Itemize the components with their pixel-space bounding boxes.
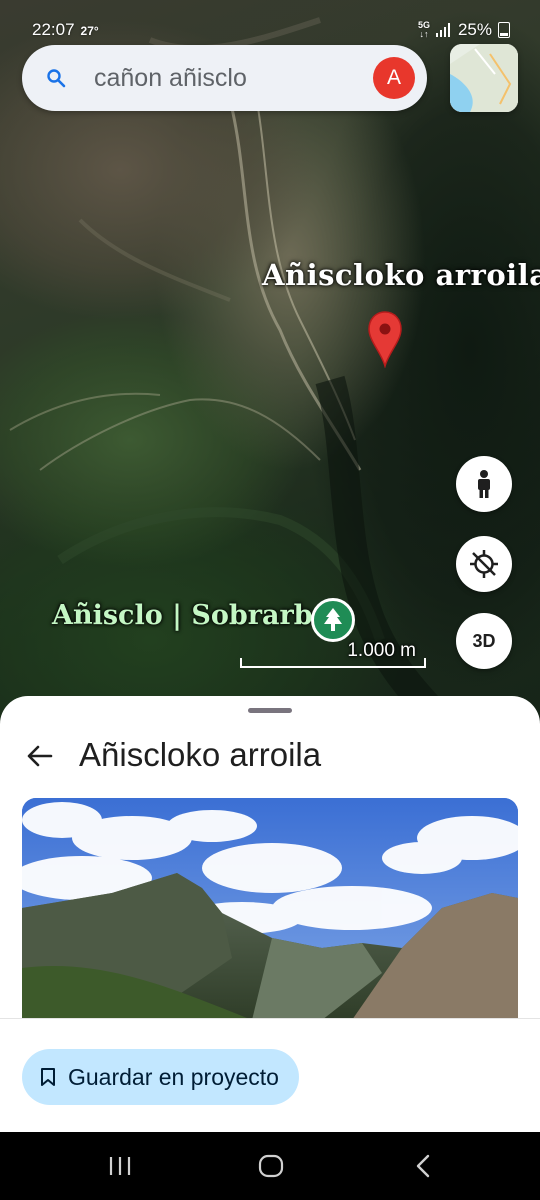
back-icon	[416, 1154, 430, 1178]
sheet-drag-handle[interactable]	[248, 708, 292, 713]
network-indicator: 5G ↓↑	[418, 21, 430, 39]
bookmark-icon	[41, 1068, 55, 1086]
save-to-project-button[interactable]: Guardar en proyecto	[22, 1049, 299, 1105]
recent-apps-icon	[109, 1157, 131, 1175]
search-icon	[44, 66, 68, 90]
three-d-button[interactable]: 3D	[456, 613, 512, 669]
home-button[interactable]	[251, 1150, 291, 1182]
account-avatar[interactable]: A	[373, 57, 415, 99]
home-icon	[258, 1154, 284, 1178]
my-location-button[interactable]	[456, 536, 512, 592]
back-button[interactable]	[24, 740, 56, 772]
recent-apps-button[interactable]	[100, 1150, 140, 1182]
action-bar: Guardar en proyecto	[0, 1018, 540, 1133]
search-bar[interactable]: cañon añisclo A	[22, 45, 427, 111]
status-right: 5G ↓↑ 25%	[418, 20, 510, 40]
status-temperature: 27°	[80, 24, 99, 38]
street-view-button[interactable]	[456, 456, 512, 512]
layers-thumbnail[interactable]	[450, 44, 518, 112]
location-off-icon	[470, 550, 498, 578]
search-query[interactable]: cañon añisclo	[94, 64, 373, 93]
status-time: 22:07	[32, 20, 75, 39]
pegman-icon	[478, 470, 490, 498]
park-label[interactable]: Añisclo | Sobrarbe	[52, 600, 330, 631]
back-arrow-icon	[27, 745, 53, 767]
satellite-map[interactable]: 22:07 27° 5G ↓↑ 25% cañon añisclo A Añis…	[0, 0, 540, 740]
status-left: 22:07 27°	[32, 20, 99, 40]
sheet-title: Añiscloko arroila	[79, 736, 322, 773]
network-activity: ↓↑	[419, 29, 429, 39]
scale-bar: 1.000 m	[240, 638, 426, 672]
place-photo[interactable]	[22, 798, 518, 1020]
system-nav-bar	[0, 1132, 540, 1200]
signal-icon	[435, 23, 450, 37]
place-label[interactable]: Añiscloko arroila	[262, 258, 540, 292]
place-pin-icon[interactable]	[367, 310, 403, 368]
scale-ruler	[240, 658, 426, 668]
tree-icon[interactable]	[311, 598, 355, 642]
battery-icon	[498, 22, 510, 38]
save-button-label: Guardar en proyecto	[68, 1063, 279, 1090]
status-bar: 22:07 27° 5G ↓↑ 25%	[32, 18, 510, 42]
battery-percent: 25%	[457, 20, 492, 39]
system-back-button[interactable]	[403, 1150, 443, 1182]
